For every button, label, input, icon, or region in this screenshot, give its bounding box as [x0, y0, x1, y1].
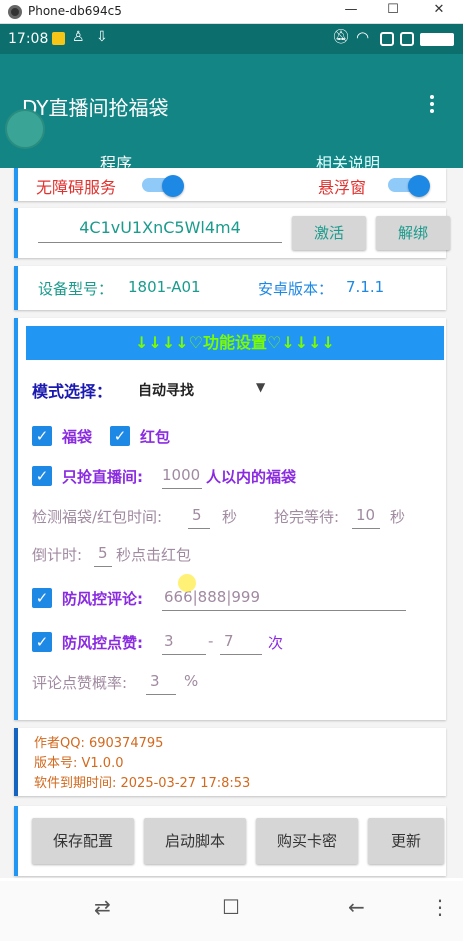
rate-input[interactable]: 3 — [150, 672, 160, 690]
countdown-underline — [94, 566, 112, 567]
like-min-input[interactable]: 3 — [164, 632, 174, 650]
phone-screen: 17:08 ♙ ⇩ 🔕︎ ◠ DY直播间抢福袋 程序 相关说明 无障碍服务 悬浮… — [0, 24, 463, 941]
emulator-window: Phone-db694c5 — ☐ ✕ 17:08 ♙ ⇩ 🔕︎ ◠ DY直播间… — [0, 0, 463, 941]
buy-key-button[interactable]: 购买卡密 — [256, 818, 358, 864]
device-card: 设备型号： 1801-A01 安卓版本： 7.1.1 — [14, 266, 446, 310]
signal-icon-2 — [400, 32, 414, 46]
android-version-label: 安卓版本： — [258, 280, 334, 298]
app-icon — [8, 5, 22, 19]
activation-card: 4C1vU1XnC5Wl4m4 激活 解绑 — [14, 208, 450, 258]
status-time: 17:08 — [8, 31, 49, 47]
minimize-button[interactable]: — — [336, 2, 366, 17]
hongbao-checkbox[interactable]: ✓ — [110, 426, 130, 446]
rate-underline — [146, 694, 176, 695]
anti-comment-underline — [162, 610, 406, 611]
floating-window-toggle[interactable] — [388, 175, 430, 197]
countdown-suffix: 秒点击红包 — [116, 546, 192, 564]
expiry-text: 软件到期时间: 2025-03-27 17:8:53 — [34, 776, 251, 791]
wifi-icon: ◠ — [356, 28, 370, 46]
activation-code-input[interactable]: 4C1vU1XnC5Wl4m4 — [38, 218, 282, 237]
only-grab-label: 只抢直播间: — [62, 468, 143, 486]
detect-time-underline — [188, 528, 210, 529]
detect-time-label: 检测福袋/红包时间: — [32, 508, 163, 526]
like-unit: 次 — [268, 634, 284, 652]
anti-comment-checkbox[interactable]: ✓ — [32, 588, 52, 608]
dropdown-caret-icon[interactable]: ▼ — [256, 380, 265, 394]
recent-apps-icon[interactable]: ⇄ — [94, 895, 111, 919]
only-grab-input[interactable]: 1000 — [162, 466, 200, 484]
settings-card: ↓↓↓↓♡功能设置♡↓↓↓↓ 模式选择： 自动寻找 ▼ ✓ 福袋 ✓ 红包 ✓ … — [14, 318, 446, 720]
maximize-button[interactable]: ☐ — [378, 2, 408, 17]
accessibility-label: 无障碍服务 — [36, 178, 117, 197]
navigation-bar: ⇄ ☐ ← ⋮ — [0, 881, 463, 941]
only-grab-suffix: 人以内的福袋 — [206, 468, 297, 486]
accessibility-icon: ♙ — [72, 29, 85, 45]
save-config-button[interactable]: 保存配置 — [32, 818, 134, 864]
device-model-value: 1801-A01 — [128, 278, 201, 296]
window-titlebar: Phone-db694c5 — ☐ ✕ — [0, 0, 463, 24]
unbind-button[interactable]: 解绑 — [376, 216, 450, 250]
activate-button[interactable]: 激活 — [292, 216, 366, 250]
only-grab-underline — [162, 488, 202, 489]
anti-like-checkbox[interactable]: ✓ — [32, 632, 52, 652]
detect-time-input[interactable]: 5 — [192, 506, 202, 524]
device-model-label: 设备型号： — [38, 280, 114, 298]
services-card: 无障碍服务 悬浮窗 — [14, 168, 446, 201]
wait-label: 抢完等待: — [274, 508, 340, 526]
version-text: 版本号: V1.0.0 — [34, 756, 124, 771]
status-bar: 17:08 ♙ ⇩ 🔕︎ ◠ — [0, 24, 463, 54]
detect-time-unit: 秒 — [222, 508, 238, 526]
rate-unit: % — [184, 672, 199, 690]
anti-like-label: 防风控点赞: — [62, 634, 143, 652]
countdown-input[interactable]: 5 — [98, 544, 108, 562]
cursor-highlight — [178, 574, 196, 592]
settings-header: ↓↓↓↓♡功能设置♡↓↓↓↓ — [26, 326, 444, 360]
close-button[interactable]: ✕ — [424, 2, 454, 17]
battery-icon — [420, 33, 454, 46]
folder-icon — [52, 32, 65, 45]
anti-comment-label: 防风控评论: — [62, 590, 143, 608]
wait-unit: 秒 — [390, 508, 406, 526]
info-card: 作者QQ: 690374795 版本号: V1.0.0 软件到期时间: 2025… — [14, 728, 446, 796]
like-max-underline — [220, 654, 262, 655]
update-button[interactable]: 更新 — [368, 818, 444, 864]
mode-select[interactable]: 自动寻找 — [138, 380, 194, 400]
fudai-label: 福袋 — [62, 428, 93, 446]
android-version-value: 7.1.1 — [346, 278, 385, 296]
rate-label: 评论点赞概率: — [32, 674, 128, 692]
start-script-button[interactable]: 启动脚本 — [144, 818, 246, 864]
floating-avatar-icon[interactable] — [5, 109, 45, 149]
author-qq: 作者QQ: 690374795 — [34, 736, 164, 751]
like-max-input[interactable]: 7 — [224, 632, 234, 650]
mode-label: 模式选择： — [32, 382, 113, 401]
hongbao-label: 红包 — [140, 428, 171, 446]
wait-input[interactable]: 10 — [356, 506, 375, 524]
app-title: DY直播间抢福袋 — [22, 96, 169, 120]
fudai-checkbox[interactable]: ✓ — [32, 426, 52, 446]
activation-underline — [38, 242, 282, 243]
like-dash: - — [208, 632, 214, 650]
only-grab-checkbox[interactable]: ✓ — [32, 466, 52, 486]
countdown-label: 倒计时: — [32, 546, 83, 564]
usb-icon: ⇩ — [96, 29, 108, 45]
like-min-underline — [162, 654, 206, 655]
signal-icon — [380, 32, 394, 46]
floating-window-label: 悬浮窗 — [318, 178, 367, 197]
actions-card: 保存配置 启动脚本 购买卡密 更新 — [14, 806, 446, 876]
more-icon[interactable]: ⋮ — [430, 895, 450, 919]
main-content: 无障碍服务 悬浮窗 4C1vU1XnC5Wl4m4 激活 解绑 设备型号： 18… — [0, 168, 463, 878]
home-icon[interactable]: ☐ — [222, 895, 240, 919]
accessibility-toggle[interactable] — [142, 175, 184, 197]
wait-underline — [352, 528, 380, 529]
back-icon[interactable]: ← — [348, 895, 365, 919]
window-title: Phone-db694c5 — [28, 4, 122, 18]
overflow-menu-icon[interactable] — [426, 92, 438, 118]
anti-comment-input[interactable]: 666|888|999 — [164, 588, 260, 606]
mute-icon: 🔕︎ — [332, 29, 350, 45]
